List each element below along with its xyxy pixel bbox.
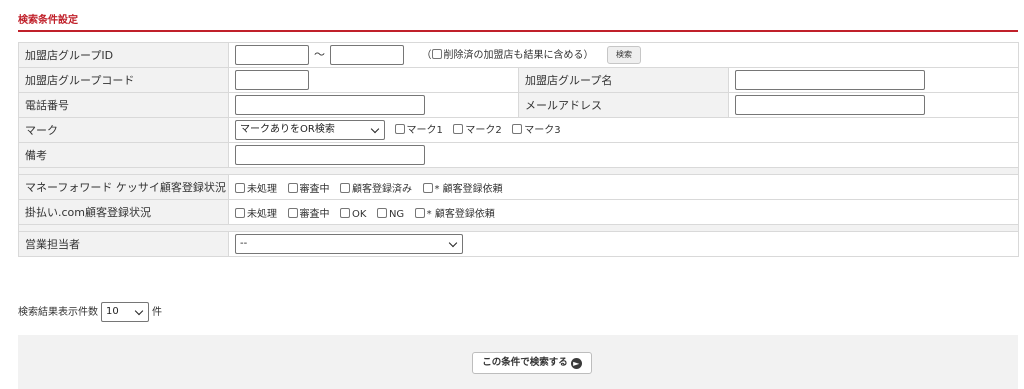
result-count-select[interactable]: 10: [101, 302, 149, 322]
group-name-label: 加盟店グループ名: [518, 67, 729, 93]
mark-1-option: マーク1: [394, 121, 443, 136]
mark-2-checkbox[interactable]: [453, 124, 464, 134]
chevron-down-icon: [370, 124, 380, 134]
kb-ng-checkbox[interactable]: [376, 207, 387, 218]
title-rule: [18, 30, 1018, 32]
sales-rep-label: 営業担当者: [18, 231, 229, 257]
sales-rep-select[interactable]: --: [235, 234, 463, 254]
kb-reviewing-checkbox[interactable]: [287, 207, 298, 218]
mark-mode-select[interactable]: マークありをOR検索: [235, 120, 385, 140]
phone-input[interactable]: [235, 95, 425, 115]
row-spacer: [17, 224, 1020, 232]
kb-reviewing-option: 審査中: [287, 205, 330, 220]
result-count-unit: 件: [152, 307, 162, 318]
mf-request-option: * 顧客登録依頼: [422, 180, 503, 195]
mf-reviewing-option: 審査中: [287, 180, 330, 195]
mf-request-checkbox[interactable]: [422, 182, 433, 193]
row-phone-email: 電話番号 メールアドレス: [18, 92, 1020, 118]
email-label: メールアドレス: [518, 92, 729, 118]
chevron-down-icon: [448, 238, 458, 248]
kb-ok-checkbox[interactable]: [340, 207, 350, 218]
kakebarai-status-label: 掛払い.com顧客登録状況: [18, 199, 229, 225]
row-group-id: 加盟店グループID ～ （削除済の加盟店も結果に含める） 検索: [18, 42, 1020, 68]
mf-status-label: マネーフォワード ケッサイ顧客登録状況: [18, 174, 229, 200]
result-count-label: 検索結果表示件数: [18, 307, 98, 318]
submit-bar: この条件で検索する ►: [18, 335, 1018, 389]
include-deleted-wrapper: （削除済の加盟店も結果に含める）: [421, 49, 594, 61]
group-id-search-button[interactable]: 検索: [607, 46, 641, 64]
group-code-label: 加盟店グループコード: [18, 67, 229, 93]
row-sales-rep: 営業担当者 --: [18, 231, 1020, 257]
row-group-code-name: 加盟店グループコード 加盟店グループ名: [18, 67, 1020, 93]
row-mark: マーク マークありをOR検索 マーク1 マーク2 マーク3: [18, 117, 1020, 143]
mark-1-checkbox[interactable]: [394, 124, 405, 134]
email-input[interactable]: [735, 95, 925, 115]
kb-request-option: * 顧客登録依頼: [414, 205, 495, 220]
mark-label: マーク: [18, 117, 229, 143]
search-form: 加盟店グループID ～ （削除済の加盟店も結果に含める） 検索 加盟店グループコ…: [17, 42, 1020, 257]
group-id-to-input[interactable]: [330, 45, 404, 65]
chevron-down-icon: [134, 306, 144, 316]
mf-unprocessed-option: 未処理: [235, 180, 277, 195]
section-title: 検索条件設定: [18, 15, 78, 26]
range-separator: ～: [314, 48, 325, 61]
group-name-input[interactable]: [735, 70, 925, 90]
group-id-label: 加盟店グループID: [18, 42, 229, 68]
remarks-input[interactable]: [235, 145, 425, 165]
mf-registered-checkbox[interactable]: [340, 182, 350, 193]
kb-request-checkbox[interactable]: [414, 207, 425, 218]
mark-2-option: マーク2: [453, 121, 502, 136]
submit-search-button[interactable]: この条件で検索する ►: [472, 352, 592, 374]
mf-reviewing-checkbox[interactable]: [287, 182, 298, 193]
row-spacer: [17, 167, 1020, 175]
include-deleted-label: 削除済の加盟店も結果に含める: [443, 50, 584, 61]
row-mf-status: マネーフォワード ケッサイ顧客登録状況 未処理 審査中 顧客登録済み * 顧客登…: [18, 174, 1020, 200]
phone-label: 電話番号: [18, 92, 229, 118]
search-conditions-page: 検索条件設定 加盟店グループID ～ （削除済の加盟店も結果に含める） 検索 加…: [0, 0, 1024, 389]
result-count-row: 検索結果表示件数 10 件: [18, 302, 162, 322]
mark-3-checkbox[interactable]: [512, 124, 523, 134]
kb-ok-option: OK: [340, 207, 366, 220]
kb-unprocessed-checkbox[interactable]: [235, 207, 245, 218]
kb-ng-option: NG: [376, 207, 404, 220]
arrow-right-circle-icon: ►: [570, 358, 582, 369]
include-deleted-checkbox[interactable]: [431, 49, 442, 59]
mf-unprocessed-checkbox[interactable]: [235, 182, 245, 193]
remarks-label: 備考: [18, 142, 229, 168]
mf-registered-option: 顧客登録済み: [340, 180, 412, 195]
kb-unprocessed-option: 未処理: [235, 205, 277, 220]
group-id-from-input[interactable]: [235, 45, 309, 65]
mark-3-option: マーク3: [512, 121, 561, 136]
row-remarks: 備考: [18, 142, 1020, 168]
row-kakebarai-status: 掛払い.com顧客登録状況 未処理 審査中 OK NG * 顧客登録依頼: [18, 199, 1020, 225]
group-code-input[interactable]: [235, 70, 309, 90]
